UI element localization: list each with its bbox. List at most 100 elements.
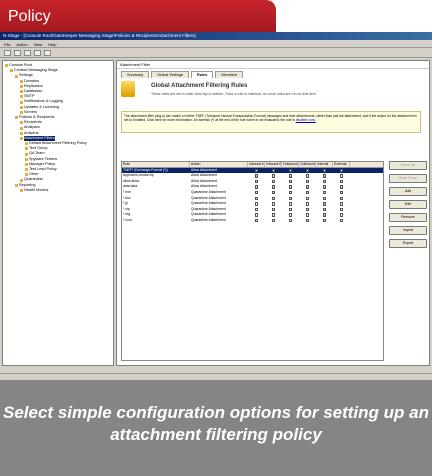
rule-checkbox[interactable]	[289, 191, 293, 195]
rule-checkbox[interactable]	[306, 219, 310, 223]
tab-rules[interactable]: Rules	[191, 71, 214, 78]
up-icon[interactable]	[24, 50, 31, 56]
menu-action[interactable]: Action	[16, 42, 27, 47]
tab-members[interactable]: Members	[215, 71, 244, 78]
rule-checkbox[interactable]	[323, 191, 327, 195]
rule-checkbox[interactable]	[255, 213, 259, 217]
export-button[interactable]: Export	[389, 239, 427, 248]
column-header[interactable]: Internal	[316, 161, 333, 168]
rule-checkbox[interactable]	[340, 213, 344, 217]
rule-checkbox[interactable]	[340, 168, 344, 173]
tab-global-settings[interactable]: Global Settings	[151, 71, 189, 78]
rule-checkbox[interactable]	[323, 185, 327, 189]
show-tree-icon[interactable]	[34, 50, 41, 56]
rule-checkbox[interactable]	[255, 219, 259, 223]
column-header[interactable]: External	[333, 161, 350, 168]
edit-button[interactable]: Edit	[389, 200, 427, 209]
folder-icon	[25, 147, 28, 151]
move-down-button[interactable]: Move Down	[389, 174, 427, 183]
rule-checkbox[interactable]	[289, 202, 293, 206]
folder-icon	[20, 110, 23, 114]
tree-item[interactable]: Health Monitor	[5, 188, 111, 193]
rule-checkbox[interactable]	[340, 174, 344, 178]
tab-summary[interactable]: Summary	[121, 71, 150, 78]
rule-checkbox[interactable]	[323, 202, 327, 206]
folder-icon	[20, 90, 23, 94]
table-row[interactable]: *.com Quarantine Attachment	[122, 218, 383, 224]
folder-icon	[20, 100, 23, 104]
rule-checkbox[interactable]	[289, 219, 293, 223]
rule-checkbox[interactable]	[255, 174, 259, 178]
forward-icon[interactable]	[14, 50, 21, 56]
rule-checkbox[interactable]	[306, 213, 310, 217]
rule-checkbox[interactable]	[340, 191, 344, 195]
remove-button[interactable]: Remove	[389, 213, 427, 222]
status-bar	[0, 373, 432, 380]
rule-checkbox[interactable]	[306, 207, 310, 212]
rule-buttons: Move Up Move Down Add Edit Remove Import Expor…	[389, 161, 427, 248]
rule-checkbox[interactable]	[272, 174, 276, 178]
rule-checkbox[interactable]	[255, 207, 259, 212]
back-icon[interactable]	[4, 50, 11, 56]
rule-checkbox[interactable]	[340, 185, 344, 189]
rule-checkbox[interactable]	[340, 179, 344, 184]
rule-checkbox[interactable]	[272, 168, 276, 173]
rule-checkbox[interactable]	[255, 185, 259, 189]
rule-checkbox[interactable]	[323, 213, 327, 217]
rule-checkbox[interactable]	[289, 207, 293, 212]
rule-checkbox[interactable]	[340, 219, 344, 223]
menu-file[interactable]: File	[4, 42, 10, 47]
import-button[interactable]: Import	[389, 226, 427, 235]
rule-checkbox[interactable]	[323, 179, 327, 184]
add-button[interactable]: Add	[389, 187, 427, 196]
rule-checkbox[interactable]	[289, 196, 293, 201]
rule-checkbox[interactable]	[272, 185, 276, 189]
rule-checkbox[interactable]	[340, 202, 344, 206]
rule-checkbox[interactable]	[255, 191, 259, 195]
menu-view[interactable]: View	[34, 42, 43, 47]
rule-checkbox[interactable]	[323, 219, 327, 223]
column-header[interactable]: Inbound External	[265, 161, 282, 168]
column-header[interactable]: Outbound External	[299, 161, 316, 168]
rule-checkbox[interactable]	[306, 168, 310, 173]
rule-checkbox[interactable]	[272, 219, 276, 223]
rule-checkbox[interactable]	[272, 179, 276, 184]
toolbar	[0, 48, 432, 58]
rule-checkbox[interactable]	[255, 179, 259, 184]
rule-checkbox[interactable]	[289, 179, 293, 184]
rule-checkbox[interactable]	[306, 179, 310, 184]
rule-checkbox[interactable]	[272, 213, 276, 217]
rule-checkbox[interactable]	[306, 196, 310, 201]
rule-checkbox[interactable]	[272, 207, 276, 212]
rule-checkbox[interactable]	[340, 207, 344, 212]
rule-checkbox[interactable]	[289, 174, 293, 178]
rule-checkbox[interactable]	[323, 207, 327, 212]
rule-checkbox[interactable]	[323, 196, 327, 201]
folder-icon	[25, 152, 28, 156]
column-header[interactable]: Inbound Internal	[248, 161, 265, 168]
rule-checkbox[interactable]	[272, 196, 276, 201]
rule-checkbox[interactable]	[255, 196, 259, 201]
rule-checkbox[interactable]	[289, 168, 293, 173]
rule-checkbox[interactable]	[306, 191, 310, 195]
help-icon[interactable]	[44, 50, 51, 56]
rule-checkbox[interactable]	[272, 202, 276, 206]
rule-checkbox[interactable]	[323, 168, 327, 173]
rule-checkbox[interactable]	[255, 202, 259, 206]
rule-checkbox[interactable]	[323, 174, 327, 178]
column-header[interactable]: Action	[190, 161, 248, 168]
column-header[interactable]: Rule	[122, 161, 190, 168]
menu-help[interactable]: Help	[48, 42, 56, 47]
rule-checkbox[interactable]	[340, 196, 344, 201]
move-up-button[interactable]: Move Up	[389, 161, 427, 170]
column-header[interactable]: Outbound Internal	[282, 161, 299, 168]
rule-checkbox[interactable]	[306, 185, 310, 189]
rule-checkbox[interactable]	[306, 174, 310, 178]
info-note-link[interactable]: disabled now.	[296, 118, 316, 122]
rule-checkbox[interactable]	[272, 191, 276, 195]
folder-icon	[20, 188, 23, 192]
rule-checkbox[interactable]	[255, 168, 259, 173]
rule-checkbox[interactable]	[289, 185, 293, 189]
rule-checkbox[interactable]	[306, 202, 310, 206]
rule-checkbox[interactable]	[289, 213, 293, 217]
